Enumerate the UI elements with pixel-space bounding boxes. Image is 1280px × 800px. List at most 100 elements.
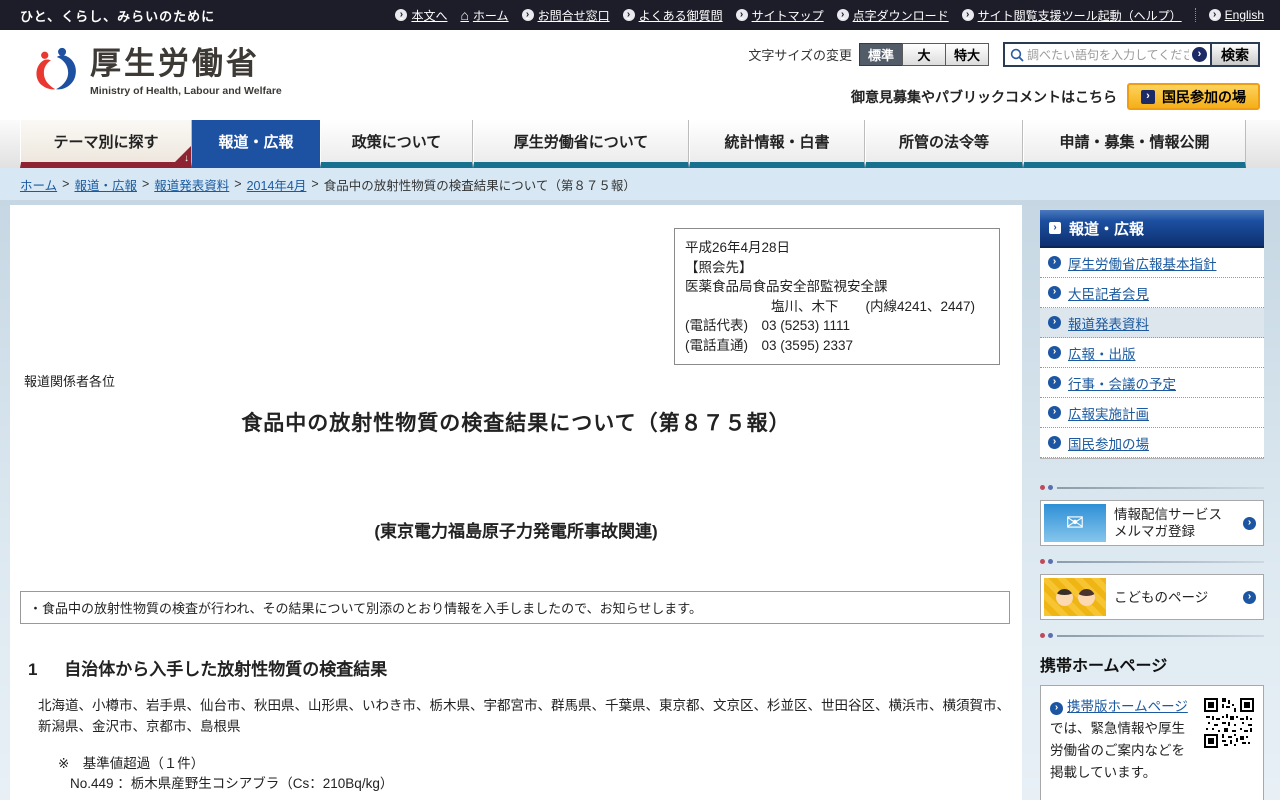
sidebar-item-pr-policy[interactable]: › 厚生労働省広報基本指針 (1040, 248, 1264, 278)
blue-dot-icon (1048, 633, 1053, 638)
envelope-icon: ✉ (1065, 510, 1085, 535)
topbar-link-accessibility-tool[interactable]: › サイト閲覧支援ツール起動（ヘルプ） (961, 7, 1182, 24)
search-go-arrow-icon: › (1192, 47, 1207, 62)
logo-text: 厚生労働省 Ministry of Health, Labour and Wel… (90, 44, 282, 97)
qr-code (1204, 698, 1254, 748)
breadcrumb-current-page: 食品中の放射性物質の検査結果について（第８７５報） (323, 178, 636, 193)
nav-tab-about[interactable]: 厚生労働省について (473, 120, 689, 168)
press-contact-box: 平成26年4月28日 【照会先】 医薬食品局食品安全部監視安全課 塩川、木下 (… (674, 228, 1000, 365)
font-size-large-button[interactable]: 大 (902, 43, 946, 66)
arrow-circle-icon: › (1243, 516, 1256, 530)
page-title: 食品中の放射性物質の検査結果について（第８７５報） (241, 412, 791, 435)
red-dot-icon (1040, 633, 1045, 638)
public-comment-text: 御意見募集やパブリックコメントはこちら (851, 88, 1117, 105)
topbar-links: › 本文へ ⌂ ホーム › お問合せ窓口 › よくある御質問 › サイトマップ › 点字ダウ… (395, 7, 1264, 24)
separator-line (1057, 560, 1264, 563)
arrow-circle-icon: › (961, 9, 974, 21)
nav-tab-themes[interactable]: テーマ別に探す ↓ (20, 120, 192, 168)
red-dot-icon (1040, 559, 1045, 564)
separator-line (1057, 486, 1264, 489)
arrow-circle-icon: › (622, 9, 635, 21)
blue-dot-icon (1048, 559, 1053, 564)
arrow-circle-icon: › (521, 9, 534, 21)
arrow-circle-icon: › (1208, 9, 1221, 21)
font-size-standard-button[interactable]: 標準 (859, 43, 903, 66)
topbar-link-main-content[interactable]: › 本文へ (395, 7, 447, 24)
arrow-circle-icon: › (1243, 590, 1256, 604)
mobile-homepage-box: › 携帯版ホームページでは、緊急情報や厚生労働省のご案内などを掲載しています。 (1040, 685, 1264, 800)
section1-body: 北海道、小樽市、岩手県、仙台市、秋田県、山形県、いわき市、栃木県、宇都宮市、群馬… (38, 698, 1010, 734)
girl-face-icon (1077, 588, 1095, 606)
blue-dot-icon (1048, 485, 1053, 490)
nav-tab-press[interactable]: 報道・広報 (192, 120, 320, 168)
contact-persons: 塩川、木下 (内線4241、2447) (771, 298, 976, 314)
sidebar-item-press-releases[interactable]: › 報道発表資料 (1040, 308, 1264, 338)
sidebar-separator (1040, 485, 1264, 490)
site-tagline: ひと、くらし、みらいのために (20, 8, 216, 24)
utility-topbar: ひと、くらし、みらいのために › 本文へ ⌂ ホーム › お問合せ窓口 › よくある御質… (0, 0, 1280, 30)
global-nav: テーマ別に探す ↓ 報道・広報 政策について 厚生労働省について 統計情報・白書… (0, 120, 1280, 168)
font-size-label: 文字サイズの変更 (748, 48, 852, 63)
nav-tab-statistics[interactable]: 統計情報・白書 (689, 120, 865, 168)
arrow-circle-icon: › (735, 9, 748, 21)
header-tools-row: 文字サイズの変更 標準 大 特大 › 検索 (748, 42, 1260, 67)
arrow-circle-icon: › (1048, 376, 1061, 389)
envelope-image: ✉ (1044, 504, 1106, 542)
font-size-xlarge-button[interactable]: 特大 (945, 43, 989, 66)
release-date: 平成26年4月28日 (685, 240, 791, 255)
sidebar-item-publications[interactable]: › 広報・出版 (1040, 338, 1264, 368)
topbar-link-english[interactable]: › English (1208, 8, 1264, 22)
mhlw-logo[interactable]: 厚生労働省 Ministry of Health, Labour and Wel… (30, 44, 282, 97)
kids-banner-label: こどものページ (1114, 589, 1209, 605)
salutation: 報道関係者各位 (24, 374, 116, 389)
topbar-link-braille[interactable]: › 点字ダウンロード (836, 7, 949, 24)
nav-tab-policies[interactable]: 政策について (320, 120, 473, 168)
kids-page-banner[interactable]: こどものページ › (1040, 574, 1264, 620)
breadcrumb-press-releases[interactable]: 報道発表資料 (154, 175, 229, 194)
site-header: 厚生労働省 Ministry of Health, Labour and Wel… (0, 30, 1280, 120)
section1-heading: 1 自治体から入手した放射性物質の検査結果 (28, 660, 388, 679)
breadcrumb: ホーム > 報道・広報 > 報道発表資料 > 2014年4月 > 食品中の放射性… (0, 168, 1280, 200)
arrow-circle-icon: › (1048, 256, 1061, 269)
topbar-link-home[interactable]: ⌂ ホーム (460, 7, 508, 24)
mobile-homepage-text: では、緊急情報や厚生労働省のご案内などを掲載しています。 (1050, 721, 1185, 780)
search-button[interactable]: 検索 (1210, 44, 1258, 65)
breadcrumb-separator: > (141, 177, 150, 191)
sidebar-item-participation[interactable]: › 国民参加の場 (1040, 428, 1264, 458)
exceedance-note-detail: No.449 ：栃木県産野生コシアブラ（Cs：210Bq/kg） (70, 776, 394, 791)
site-search-box: › 検索 (1003, 42, 1260, 67)
breadcrumb-separator: > (62, 177, 70, 191)
font-size-switcher: 標準 大 特大 (859, 43, 989, 66)
contact-tel-direct: (電話直通) 03 (3595) 2337 (685, 337, 854, 353)
breadcrumb-separator: > (311, 177, 319, 191)
newsletter-banner[interactable]: ✉ 情報配信サービス メルマガ登録 › (1040, 500, 1264, 546)
nav-tab-applications[interactable]: 申請・募集・情報公開 (1023, 120, 1246, 168)
sidebar-item-pr-plan[interactable]: › 広報実施計画 (1040, 398, 1264, 428)
nav-tab-laws[interactable]: 所管の法令等 (865, 120, 1023, 168)
arrow-circle-icon: › (1048, 346, 1061, 359)
topbar-link-sitemap[interactable]: › サイトマップ (735, 7, 824, 24)
chevron-down-icon: ↓ (184, 153, 189, 164)
sidebar-item-events[interactable]: › 行事・会議の予定 (1040, 368, 1264, 398)
arrow-square-icon: › (1049, 222, 1061, 234)
sidebar-item-minister-press[interactable]: › 大臣記者会見 (1040, 278, 1264, 308)
newsletter-banner-label: 情報配信サービス メルマガ登録 (1114, 507, 1222, 539)
search-input[interactable] (1027, 47, 1189, 62)
topbar-link-contact[interactable]: › お問合せ窓口 (521, 7, 610, 24)
boy-face-icon (1055, 588, 1073, 606)
breadcrumb-separator: > (234, 177, 242, 191)
arrow-circle-icon: › (1048, 436, 1061, 449)
notice-box: ・食品中の放射性物質の検査が行われ、その結果について別添のとおり情報を入手しまし… (20, 591, 1010, 624)
red-dot-icon (1040, 485, 1045, 490)
sidebar-header-press[interactable]: › 報道・広報 (1040, 210, 1264, 248)
topbar-link-faq[interactable]: › よくある御質問 (622, 7, 723, 24)
breadcrumb-press[interactable]: 報道・広報 (74, 175, 137, 194)
public-participation-button[interactable]: › 国民参加の場 (1127, 83, 1260, 110)
breadcrumb-month[interactable]: 2014年4月 (247, 175, 307, 194)
header-participation-row: 御意見募集やパブリックコメントはこちら › 国民参加の場 (851, 83, 1260, 118)
breadcrumb-home[interactable]: ホーム (20, 175, 57, 194)
arrow-circle-icon: › (1048, 316, 1061, 329)
arrow-circle-icon: › (395, 9, 408, 21)
section1-number: 1 (28, 660, 38, 679)
mobile-homepage-link[interactable]: 携帯版ホームページ (1067, 699, 1188, 714)
